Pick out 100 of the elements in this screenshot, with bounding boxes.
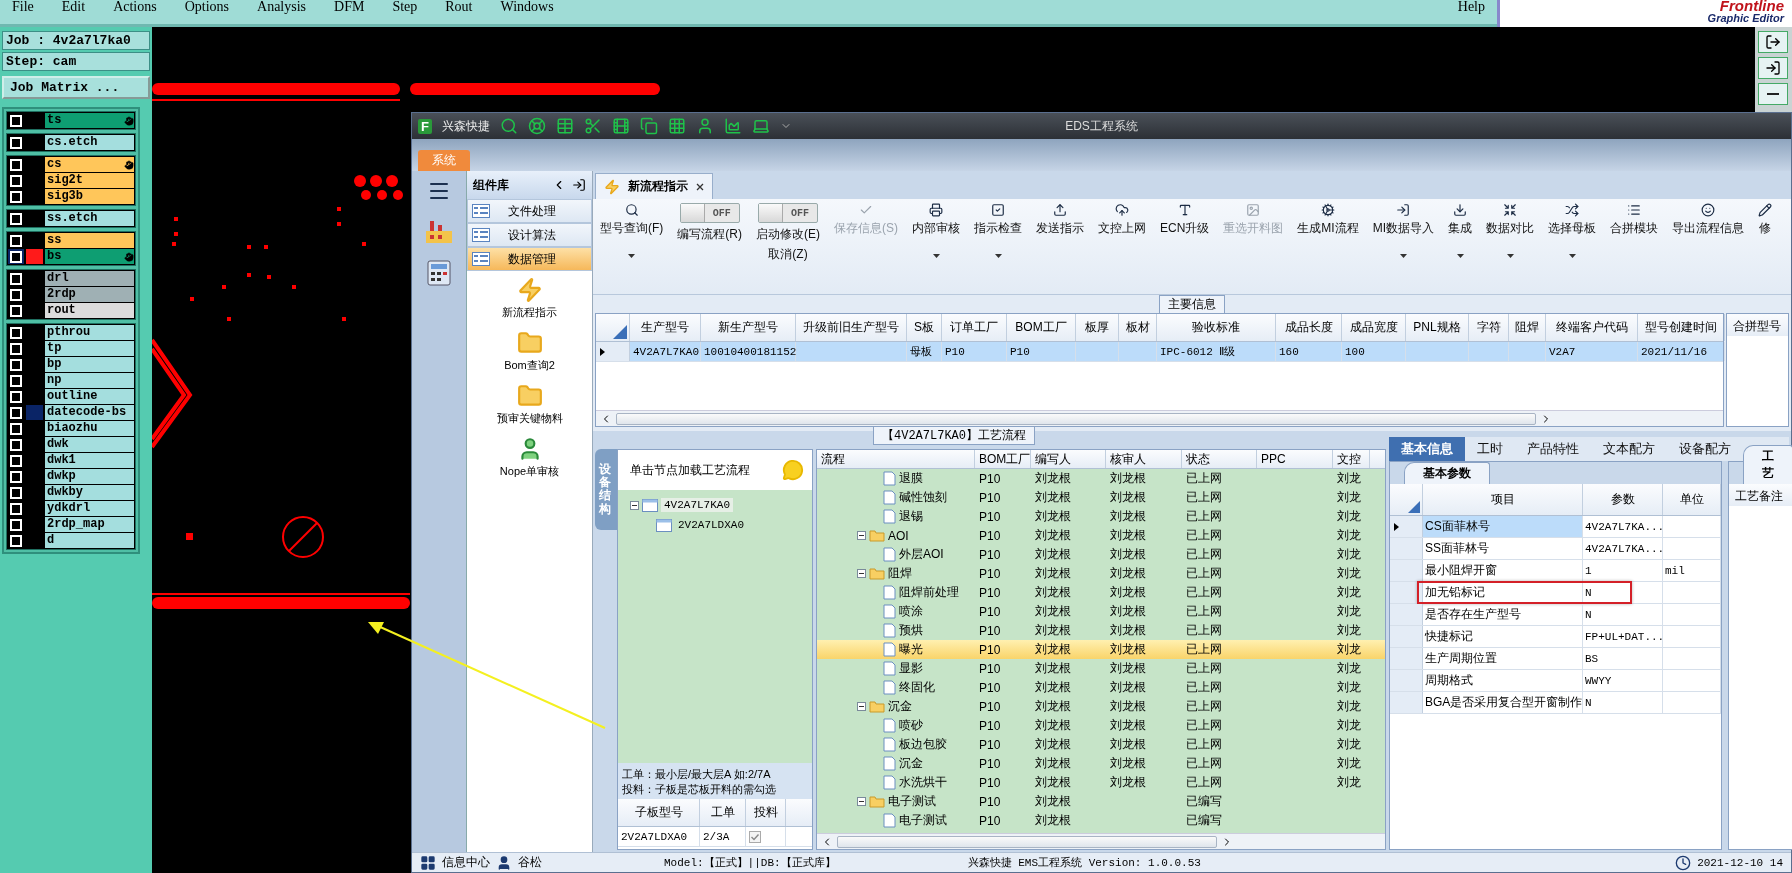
quick-access-icon[interactable] [639,117,658,135]
layer-name[interactable]: pthrou [45,325,134,340]
toolbar-button[interactable]: ECN升级 [1153,203,1217,237]
column-header[interactable]: BOM工厂 [975,450,1031,468]
layer-name[interactable]: ts [45,113,134,128]
tree-node[interactable]: 4V2A7L7KA0 [661,498,733,512]
sub-tab[interactable]: 工艺 [1743,445,1792,484]
layer-name[interactable]: d [45,533,134,548]
layer-checkbox[interactable] [8,421,24,436]
layer-checkbox[interactable] [8,157,24,172]
panel-button[interactable] [1758,57,1788,79]
layer-name[interactable]: cs [45,157,134,172]
flow-row[interactable]: 喷砂 P10 刘龙根 刘龙根 已上网 刘龙 [817,716,1385,735]
menu-item[interactable]: DFM [334,0,365,13]
job-matrix-button[interactable]: Job Matrix ... [2,76,150,99]
toolbar-button[interactable]: 生成MI流程 [1290,203,1366,237]
layer-checkbox[interactable] [8,501,24,516]
sub-tab[interactable]: 基本参数 [1404,462,1490,484]
flow-row[interactable]: 板边包胶 P10 刘龙根 刘龙根 已上网 刘龙 [817,735,1385,754]
column-header[interactable]: 文控 [1333,450,1370,468]
column-header[interactable]: BOM工厂 [1007,314,1076,341]
column-header[interactable]: 板材 [1119,314,1157,341]
parameter-row[interactable]: 快捷标记 FP+UL+DAT... [1390,626,1721,648]
panel-button[interactable] [1758,31,1788,53]
column-header[interactable]: 项目 [1423,484,1583,515]
layer-name[interactable]: ydkdrl [45,501,134,516]
column-header[interactable]: 终端客户代码 [1546,314,1638,341]
column-header[interactable]: 生产型号 [630,314,701,341]
layer-name[interactable]: dwkp [45,469,134,484]
toolbar-button[interactable]: 导出流程信息 [1665,203,1752,237]
toolbar-button[interactable]: 数据对比 [1479,203,1542,258]
layer-name[interactable]: dwkby [45,485,134,500]
quick-access-icon[interactable] [555,117,574,135]
column-header[interactable]: PNL规格 [1406,314,1469,341]
quick-access-icon[interactable] [723,117,742,135]
layer-checkbox[interactable] [8,389,24,404]
calculator-icon[interactable] [425,259,453,287]
layer-name[interactable]: datecode-bs [45,405,134,420]
column-header[interactable]: 子板型号 [618,799,700,826]
layer-checkbox[interactable] [8,469,24,484]
column-header[interactable]: 参数 [1583,484,1663,515]
column-header[interactable]: 投料 [746,799,786,826]
flow-row[interactable]: 沉金 P10 刘龙根 刘龙根 已上网 刘龙 [817,697,1385,716]
collapse-icon[interactable] [857,531,866,540]
tab[interactable]: 工时 [1465,437,1515,461]
tab[interactable]: 设备配方 [1667,437,1743,461]
layer-checkbox[interactable] [8,453,24,468]
category-item[interactable]: 设计算法 [467,223,592,247]
column-header[interactable]: 板厚 [1076,314,1119,341]
layer-checkbox[interactable] [8,173,24,188]
flow-row[interactable]: 阻焊 P10 刘龙根 刘龙根 已上网 刘龙 [817,564,1385,583]
layer-name[interactable]: bp [45,357,134,372]
quick-access-icon[interactable] [527,117,546,135]
dock-icon[interactable] [572,178,586,192]
toggle-button[interactable]: OFF 启动修改(E) 取消(Z) [749,203,827,263]
flow-row[interactable]: 显影 P10 刘龙根 刘龙根 已上网 刘龙 [817,659,1385,678]
flow-row[interactable]: 预烘 P10 刘龙根 刘龙根 已上网 刘龙 [817,621,1385,640]
toolbar-button[interactable]: 文控上网 [1091,203,1153,237]
panel-button[interactable] [1758,83,1788,105]
layer-checkbox[interactable] [8,211,24,226]
info-center-link[interactable]: 信息中心 [442,854,490,871]
flow-row[interactable]: 终固化 P10 刘龙根 刘龙根 已上网 刘龙 [817,678,1385,697]
column-header[interactable]: 核审人 [1106,450,1182,468]
flow-row[interactable]: 碱性蚀刻 P10 刘龙根 刘龙根 已上网 刘龙 [817,488,1385,507]
layer-checkbox[interactable] [8,533,24,548]
module-item[interactable]: 新流程指示 [467,271,592,324]
flow-row[interactable]: 水洗烘干 P10 刘龙根 刘龙根 已上网 刘龙 [817,773,1385,792]
parameter-row[interactable]: 是否存在生产型号 N [1390,604,1721,626]
quick-access-icon[interactable] [583,117,602,135]
flow-row[interactable]: AOI P10 刘龙根 刘龙根 已上网 刘龙 [817,526,1385,545]
parameter-row[interactable]: 生产周期位置 BS [1390,648,1721,670]
module-item[interactable]: Bom查询2 [467,324,592,377]
layer-name[interactable]: ss.etch [45,211,134,226]
parameter-row[interactable]: BGA是否采用复合型开窗制作 N [1390,692,1721,714]
layer-name[interactable]: ss [45,233,134,248]
flow-row[interactable]: 退锡 P10 刘龙根 刘龙根 已上网 刘龙 [817,507,1385,526]
column-header[interactable]: PPC [1257,450,1333,468]
layer-checkbox[interactable] [8,287,24,302]
column-header[interactable]: 编写人 [1031,450,1106,468]
flow-row[interactable]: 退膜 P10 刘龙根 刘龙根 已上网 刘龙 [817,469,1385,488]
horizontal-scrollbar[interactable] [596,410,1723,426]
menu-item[interactable]: Windows [500,0,554,13]
layer-name[interactable]: sig3b [45,189,134,204]
layer-checkbox[interactable] [8,517,24,532]
layer-name[interactable]: sig2t [45,173,134,188]
column-header[interactable]: 工单 [700,799,746,826]
toolbar-button[interactable]: 型号查询(F) [593,203,671,258]
toolbar-button[interactable]: 选择母板 [1541,203,1604,258]
layer-name[interactable]: dwk [45,437,134,452]
column-header[interactable]: 验收标准 [1157,314,1276,341]
collapse-icon[interactable] [857,702,866,711]
layer-checkbox[interactable] [8,249,24,264]
layer-name[interactable]: bs [45,249,134,264]
column-header[interactable]: 订单工厂 [942,314,1007,341]
toggle-switch[interactable]: OFF [758,203,818,223]
menu-item[interactable]: File [12,0,34,13]
checkbox[interactable] [749,830,761,843]
grid-icon[interactable] [420,854,436,871]
toggle-switch[interactable]: OFF [679,203,740,223]
layer-name[interactable]: outline [45,389,134,404]
